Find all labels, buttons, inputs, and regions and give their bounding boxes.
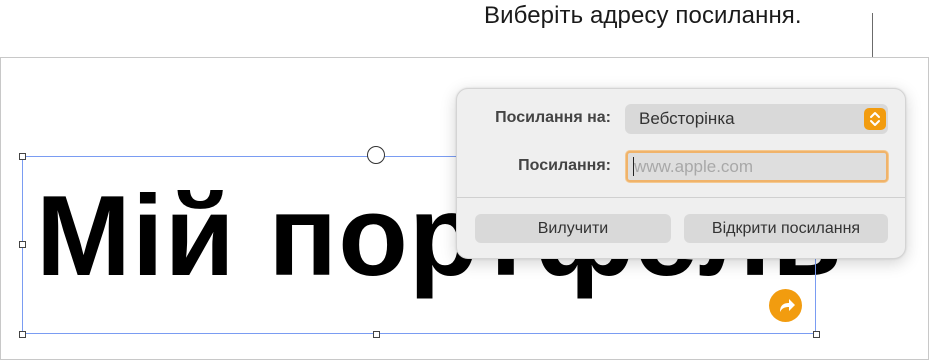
callout-text: Виберіть адресу посилання.	[484, 2, 802, 29]
link-to-select[interactable]: Вебсторінка	[625, 104, 888, 134]
resize-handle-bottom-left[interactable]	[19, 331, 26, 338]
popover-divider	[457, 197, 905, 198]
stage: Виберіть адресу посилання. Мій портфель …	[0, 0, 931, 362]
remove-link-button[interactable]: Вилучити	[475, 214, 671, 243]
resize-handle-bottom-center[interactable]	[373, 331, 380, 338]
text-caret	[633, 157, 634, 176]
curved-arrow-icon	[779, 298, 795, 312]
chevron-up-down-icon[interactable]	[864, 108, 886, 130]
resize-handle-top-left[interactable]	[19, 153, 26, 160]
link-label: Посилання:	[518, 157, 611, 174]
top-center-handle[interactable]	[367, 146, 385, 164]
link-to-select-value: Вебсторінка	[639, 109, 735, 128]
link-popover: Посилання на: Вебсторінка Посилання: Вил…	[456, 88, 906, 259]
resize-handle-bottom-right[interactable]	[813, 331, 820, 338]
resize-handle-middle-left[interactable]	[19, 241, 26, 248]
open-link-button[interactable]: Відкрити посилання	[684, 214, 888, 243]
link-url-input[interactable]	[626, 151, 888, 182]
link-badge-button[interactable]	[769, 289, 802, 322]
link-to-label: Посилання на:	[495, 109, 611, 126]
